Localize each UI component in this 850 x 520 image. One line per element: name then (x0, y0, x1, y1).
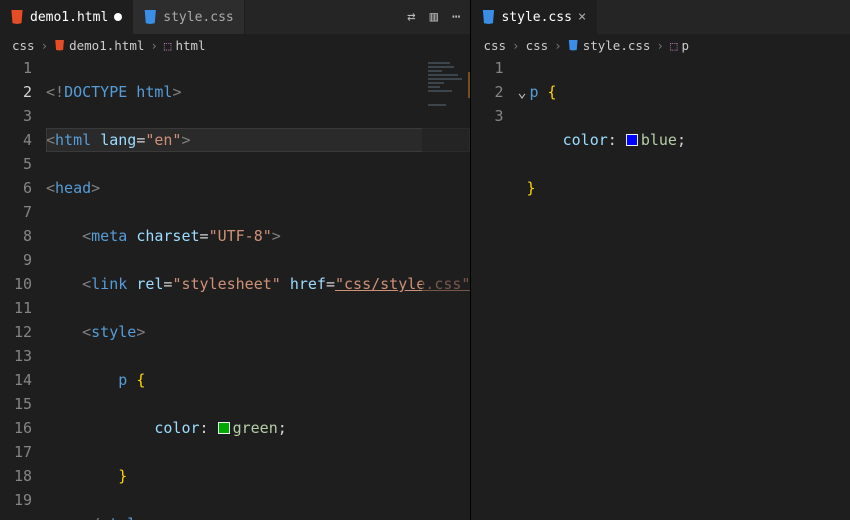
code-line: } (517, 176, 850, 200)
breadcrumb-right[interactable]: css › css › style.css › ⬚p (471, 34, 850, 56)
breadcrumb-item: style.css (568, 38, 651, 53)
code-body[interactable]: <!DOCTYPE html> <html lang="en"> <head> … (46, 56, 470, 520)
code-line: <html lang="en"> (46, 128, 470, 152)
color-swatch-icon[interactable] (218, 422, 230, 434)
gutter: 1 2 3 4 5 6 7 8 9 10 11 12 13 14 15 16 1… (0, 56, 46, 520)
compare-icon[interactable]: ⇄ (407, 9, 415, 25)
split-editor-icon[interactable]: ▥ (430, 9, 438, 25)
editor-toolbar: ⇄ ▥ ⋯ (407, 9, 470, 25)
gutter: 1 2 3 (471, 56, 517, 520)
chevron-down-icon[interactable]: ⌄ (517, 80, 529, 104)
chevron-right-icon: › (656, 38, 664, 53)
dirty-dot-icon (114, 13, 122, 21)
code-body[interactable]: ⌄p { color: blue; } (517, 56, 850, 520)
minimap[interactable] (422, 56, 470, 520)
code-line: </style> (46, 512, 470, 520)
color-swatch-icon[interactable] (626, 134, 638, 146)
css-icon (143, 10, 157, 24)
chevron-right-icon: › (150, 38, 158, 53)
code-line: color: green; (46, 416, 470, 440)
html-icon (10, 10, 24, 24)
chevron-right-icon: › (41, 38, 49, 53)
code-line: <meta charset="UTF-8"> (46, 224, 470, 248)
code-editor-left[interactable]: 1 2 3 4 5 6 7 8 9 10 11 12 13 14 15 16 1… (0, 56, 470, 520)
tab-label: demo1.html (30, 10, 108, 25)
tab-label: style.css (163, 10, 233, 25)
symbol-icon: ⬚ (164, 38, 172, 53)
breadcrumb-item: ⬚html (164, 38, 206, 53)
breadcrumb-item: css (526, 38, 549, 53)
code-line: color: blue; (517, 128, 850, 152)
code-line: ⌄p { (517, 80, 850, 104)
breadcrumb-item: css (12, 38, 35, 53)
chevron-right-icon: › (512, 38, 520, 53)
breadcrumb-item: ⬚p (670, 38, 689, 53)
tab-style-css[interactable]: style.css (133, 0, 244, 34)
code-line: } (46, 464, 470, 488)
tab-bar-left: demo1.html style.css ⇄ ▥ ⋯ (0, 0, 470, 34)
tab-bar-right: style.css × (471, 0, 850, 34)
close-icon[interactable]: × (578, 9, 586, 25)
code-line: p { (46, 368, 470, 392)
breadcrumb-item: css (483, 38, 506, 53)
chevron-right-icon: › (554, 38, 562, 53)
code-line: <style> (46, 320, 470, 344)
editor-pane-left: demo1.html style.css ⇄ ▥ ⋯ css › demo1.h… (0, 0, 471, 520)
breadcrumb-left[interactable]: css › demo1.html › ⬚html (0, 34, 470, 56)
editor-pane-right: style.css × css › css › style.css › ⬚p 1… (471, 0, 850, 520)
tab-style-css-right[interactable]: style.css × (471, 0, 597, 34)
code-editor-right[interactable]: 1 2 3 ⌄p { color: blue; } (471, 56, 850, 520)
breadcrumb-item: demo1.html (54, 38, 144, 53)
code-line: <!DOCTYPE html> (46, 80, 470, 104)
more-icon[interactable]: ⋯ (452, 9, 460, 25)
symbol-icon: ⬚ (670, 38, 678, 53)
tab-label: style.css (501, 10, 571, 25)
html-icon (54, 40, 65, 51)
code-line: <head> (46, 176, 470, 200)
css-icon (481, 10, 495, 24)
code-line: <link rel="stylesheet" href="css/style.c… (46, 272, 470, 296)
tab-demo1-html[interactable]: demo1.html (0, 0, 133, 34)
css-icon (568, 40, 579, 51)
